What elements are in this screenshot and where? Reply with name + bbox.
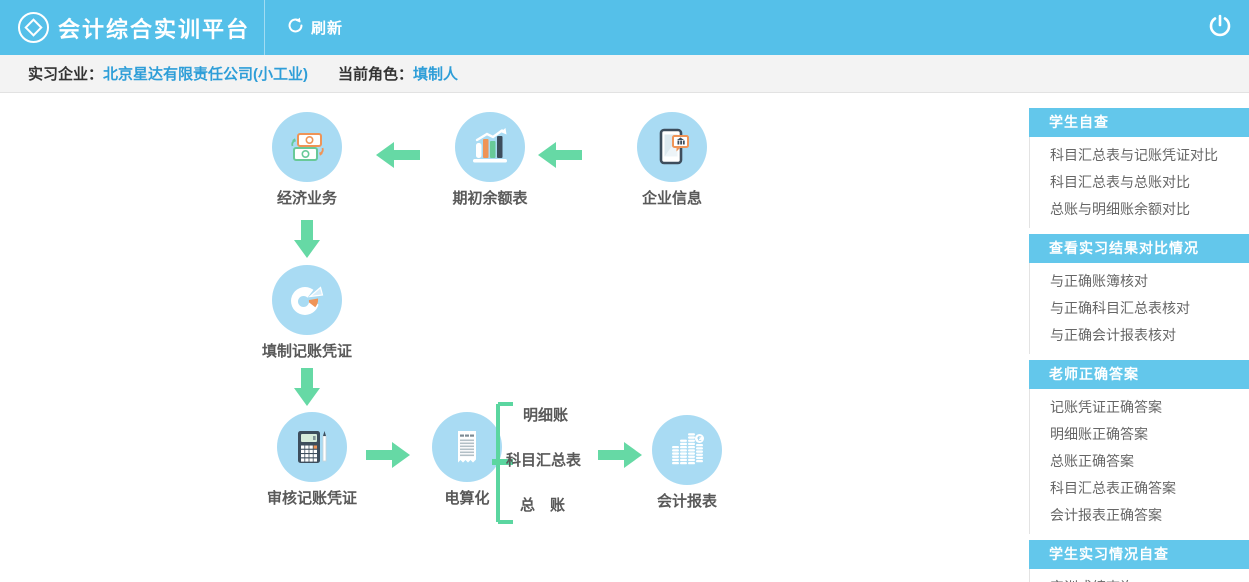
sidebar-item[interactable]: 总账与明细账余额对比 [1030, 196, 1249, 223]
branch-label-detail-ledger: 明细账 [523, 404, 568, 425]
banknotes-icon [272, 112, 342, 182]
sidebar-section-self-check: 学生自查 科目汇总表与记账凭证对比 科目汇总表与总账对比 总账与明细账余额对比 [1029, 108, 1249, 228]
tablet-info-icon [637, 112, 707, 182]
sidebar-item[interactable]: 实训成绩查询 [1030, 574, 1249, 582]
pie-chart-icon [272, 265, 342, 335]
flow-node-label: 会计报表 [632, 490, 742, 511]
branch-label-general-ledger: 总 账 [520, 494, 565, 515]
arrow-right-icon [366, 440, 410, 470]
branch-label-subject-summary: 科目汇总表 [506, 449, 581, 470]
flow-node-opening-balance[interactable]: 期初余额表 [435, 112, 545, 208]
flow-node-company-info[interactable]: 企业信息 [617, 112, 727, 208]
sidebar: 学生自查 科目汇总表与记账凭证对比 科目汇总表与总账对比 总账与明细账余额对比 … [1029, 108, 1249, 582]
sidebar-list: 实训成绩查询 [1029, 569, 1249, 582]
arrow-down-icon [292, 368, 322, 406]
sidebar-section-compare-results: 查看实习结果对比情况 与正确账簿核对 与正确科目汇总表核对 与正确会计报表核对 [1029, 234, 1249, 354]
sidebar-section-title: 学生实习情况自查 [1029, 540, 1249, 569]
flow-node-fill-voucher[interactable]: 填制记账凭证 [252, 265, 362, 361]
sidebar-list: 科目汇总表与记账凭证对比 科目汇总表与总账对比 总账与明细账余额对比 [1029, 137, 1249, 228]
arrow-down-icon [292, 220, 322, 258]
sidebar-item[interactable]: 记账凭证正确答案 [1030, 394, 1249, 421]
sidebar-section-teacher-answers: 老师正确答案 记账凭证正确答案 明细账正确答案 总账正确答案 科目汇总表正确答案… [1029, 360, 1249, 534]
sidebar-item[interactable]: 与正确科目汇总表核对 [1030, 295, 1249, 322]
flow-node-label: 期初余额表 [435, 187, 545, 208]
sidebar-item[interactable]: 会计报表正确答案 [1030, 502, 1249, 529]
flowchart: 经济业务 期初余额表 [0, 0, 1030, 582]
flow-node-audit-voucher[interactable]: 审核记账凭证 [257, 412, 367, 508]
sidebar-section-title: 查看实习结果对比情况 [1029, 234, 1249, 263]
sidebar-item[interactable]: 科目汇总表与总账对比 [1030, 169, 1249, 196]
calculator-icon [277, 412, 347, 482]
sidebar-section-practice-status: 学生实习情况自查 实训成绩查询 [1029, 540, 1249, 582]
page: 会计综合实训平台 刷新 实习企业： 北京星达有限责任公司(小工业) [0, 0, 1249, 582]
flow-node-economic-business[interactable]: 经济业务 [252, 112, 362, 208]
sidebar-item[interactable]: 科目汇总表正确答案 [1030, 475, 1249, 502]
flow-node-label: 审核记账凭证 [257, 487, 367, 508]
arrow-left-icon [376, 140, 420, 170]
coin-stacks-icon: € [652, 415, 722, 485]
logout-button[interactable] [1207, 13, 1249, 42]
sidebar-section-title: 老师正确答案 [1029, 360, 1249, 389]
sidebar-item[interactable]: 明细账正确答案 [1030, 421, 1249, 448]
sidebar-item[interactable]: 总账正确答案 [1030, 448, 1249, 475]
sidebar-list: 记账凭证正确答案 明细账正确答案 总账正确答案 科目汇总表正确答案 会计报表正确… [1029, 389, 1249, 534]
power-icon [1207, 27, 1233, 42]
bar-chart-icon [455, 112, 525, 182]
flow-node-label: 企业信息 [617, 187, 727, 208]
sidebar-item[interactable]: 与正确账簿核对 [1030, 268, 1249, 295]
svg-text:€: € [697, 435, 701, 443]
sidebar-item[interactable]: 科目汇总表与记账凭证对比 [1030, 142, 1249, 169]
flow-node-label: 填制记账凭证 [252, 340, 362, 361]
arrow-left-icon [538, 140, 582, 170]
flow-node-accounting-report[interactable]: € 会计报表 [632, 415, 742, 511]
flow-node-label: 经济业务 [252, 187, 362, 208]
sidebar-section-title: 学生自查 [1029, 108, 1249, 137]
sidebar-item[interactable]: 与正确会计报表核对 [1030, 322, 1249, 349]
sidebar-list: 与正确账簿核对 与正确科目汇总表核对 与正确会计报表核对 [1029, 263, 1249, 354]
